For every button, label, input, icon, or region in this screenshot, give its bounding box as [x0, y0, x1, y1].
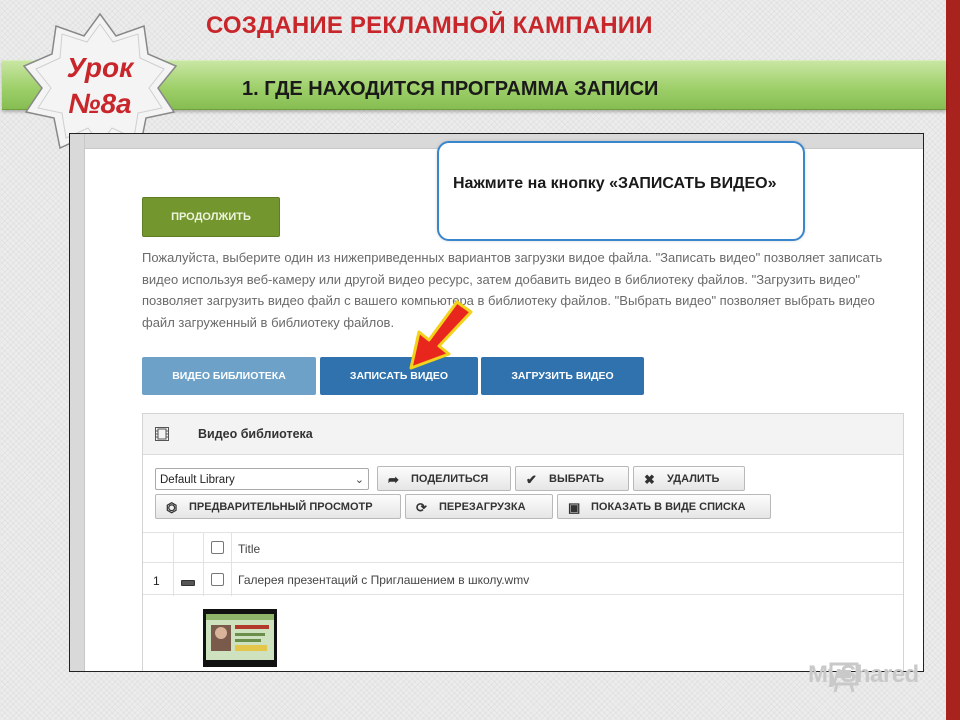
- callout-text: Нажмите на кнопку «ЗАПИСАТЬ ВИДЕО»: [453, 175, 777, 192]
- pointer-arrow-icon: [409, 300, 473, 370]
- share-arrow-icon: ➦: [388, 472, 399, 487]
- film-icon: [155, 427, 169, 441]
- row-file-name: Галерея презентаций с Приглашением в шко…: [238, 573, 530, 587]
- choose-label: ВЫБРАТЬ: [549, 473, 605, 485]
- reload-button[interactable]: ⟳ ПЕРЕЗАГРУЗКА: [405, 494, 553, 519]
- collapse-icon[interactable]: [181, 580, 195, 586]
- panel-title: Видео библиотека: [198, 427, 313, 441]
- subtitle-number: 1.: [242, 78, 259, 100]
- lesson-badge-text: Урок №8а: [20, 50, 180, 122]
- list-view-button[interactable]: ▣ ПОКАЗАТЬ В ВИДЕ СПИСКА: [557, 494, 771, 519]
- table-divider: [143, 562, 903, 563]
- reload-label: ПЕРЕЗАГРУЗКА: [439, 501, 526, 513]
- lesson-badge-line2: №8а: [68, 88, 132, 119]
- row-number: 1: [153, 574, 160, 588]
- panel-header: Видео библиотека: [143, 414, 903, 455]
- delete-button[interactable]: ✖ УДАЛИТЬ: [633, 466, 745, 491]
- column-header-title: Title: [238, 542, 261, 556]
- upload-description: Пожалуйста, выберите один из нижеприведе…: [142, 250, 883, 330]
- browser-left-strip: [70, 134, 85, 671]
- share-button[interactable]: ➦ ПОДЕЛИТЬСЯ: [377, 466, 511, 491]
- image-icon: ▣: [568, 500, 581, 515]
- preview-label: ПРЕДВАРИТЕЛЬНЫЙ ПРОСМОТР: [189, 501, 373, 513]
- close-icon: ✖: [644, 472, 655, 487]
- table-divider: [143, 594, 903, 595]
- slide-subtitle: 1. ГДЕ НАХОДИТСЯ ПРОГРАММА ЗАПИСИ: [242, 78, 658, 101]
- video-library-panel: Видео библиотека Default Library ⌄ ➦ ПОД…: [142, 413, 904, 671]
- table-divider: [203, 532, 204, 596]
- slide-title: СОЗДАНИЕ РЕКЛАМНОЙ КАМПАНИИ: [206, 12, 653, 39]
- instruction-callout: Нажмите на кнопку «ЗАПИСАТЬ ВИДЕО»: [437, 141, 805, 241]
- preview-icon: ⏣: [166, 500, 178, 515]
- table-divider: [231, 532, 232, 596]
- table-divider: [173, 532, 174, 596]
- row-checkbox[interactable]: [211, 573, 224, 586]
- continue-button[interactable]: ПРОДОЛЖИТЬ: [142, 197, 280, 237]
- watermark-text: MyShared: [808, 661, 919, 688]
- tab-upload-video[interactable]: ЗАГРУЗИТЬ ВИДЕО: [481, 357, 644, 395]
- preview-button[interactable]: ⏣ ПРЕДВАРИТЕЛЬНЫЙ ПРОСМОТР: [155, 494, 401, 519]
- chevron-down-icon: ⌄: [354, 474, 364, 486]
- checkmark-icon: ✔: [526, 472, 537, 487]
- slide-right-bar: [946, 0, 960, 720]
- library-select[interactable]: Default Library ⌄: [155, 468, 369, 490]
- library-select-value: Default Library: [160, 474, 235, 486]
- choose-button[interactable]: ✔ ВЫБРАТЬ: [515, 466, 629, 491]
- reload-icon: ⟳: [416, 500, 427, 515]
- lesson-badge-line1: Урок: [66, 52, 134, 83]
- select-all-checkbox[interactable]: [211, 541, 224, 554]
- delete-label: УДАЛИТЬ: [667, 473, 720, 485]
- list-view-label: ПОКАЗАТЬ В ВИДЕ СПИСКА: [591, 501, 746, 513]
- tab-video-library[interactable]: ВИДЕО БИБЛИОТЕКА: [142, 357, 316, 395]
- table-divider: [143, 532, 903, 533]
- share-label: ПОДЕЛИТЬСЯ: [411, 473, 489, 485]
- library-table: Title 1 Галерея презентаций с Приглашени…: [143, 532, 903, 671]
- video-thumbnail[interactable]: [203, 609, 277, 667]
- subtitle-text: ГДЕ НАХОДИТСЯ ПРОГРАММА ЗАПИСИ: [264, 78, 659, 100]
